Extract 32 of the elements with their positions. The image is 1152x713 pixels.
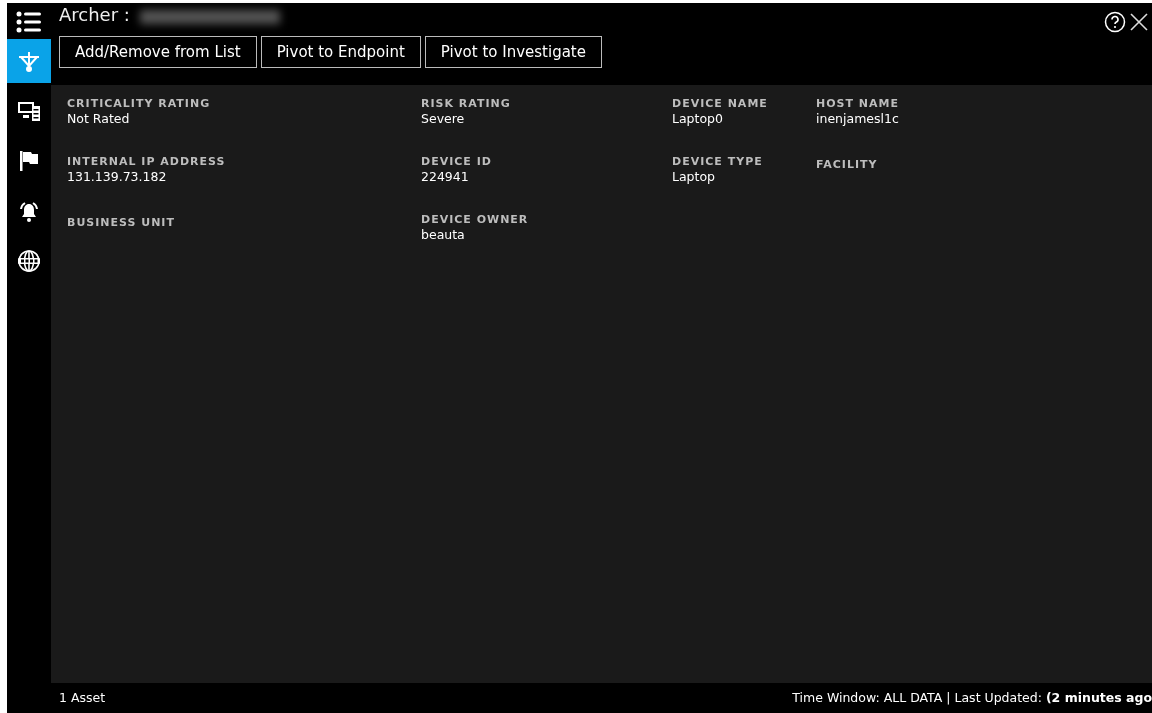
field-label: BUSINESS UNIT: [67, 216, 176, 230]
toolbar-button[interactable]: Pivot to Endpoint: [260, 36, 421, 68]
computer-icon: [17, 100, 41, 122]
field-label: DEVICE TYPE: [672, 155, 764, 169]
window-title: Archer :: [59, 4, 130, 25]
asset-count: 1 Asset: [59, 688, 106, 707]
last-updated-text: Time Window: ALL DATA | Last Updated: (2 minutes ago: [792, 688, 1152, 707]
field-label: DEVICE OWNER: [421, 213, 530, 227]
field-label: HOST NAME: [816, 97, 900, 111]
menu-icon[interactable]: [16, 11, 42, 33]
field-label: RISK RATING: [421, 97, 512, 111]
field-value: 224941: [421, 169, 470, 185]
target-icon: [17, 49, 41, 73]
field-label: DEVICE ID: [421, 155, 493, 169]
toolbar-button[interactable]: Add/Remove from List: [59, 36, 257, 68]
field-value: Laptop: [672, 169, 717, 185]
toolbar-button[interactable]: Pivot to Investigate: [424, 36, 602, 68]
field-label: INTERNAL IP ADDRESS: [67, 155, 227, 169]
field-value: Severe: [421, 111, 466, 127]
field-label: FACILITY: [816, 158, 879, 172]
alarm-bell-icon: [17, 199, 41, 223]
field-value: inenjamesl1c: [816, 111, 900, 127]
close-icon[interactable]: [1130, 13, 1148, 31]
field-value: 131.139.73.182: [67, 169, 168, 185]
help-icon[interactable]: [1104, 11, 1126, 33]
field-label: CRITICALITY RATING: [67, 97, 212, 111]
field-value: beauta: [421, 227, 466, 243]
field-label: DEVICE NAME: [672, 97, 769, 111]
field-value: Laptop0: [672, 111, 724, 127]
globe-icon: [17, 249, 41, 273]
flag-icon: [18, 150, 40, 172]
field-value: Not Rated: [67, 111, 131, 127]
